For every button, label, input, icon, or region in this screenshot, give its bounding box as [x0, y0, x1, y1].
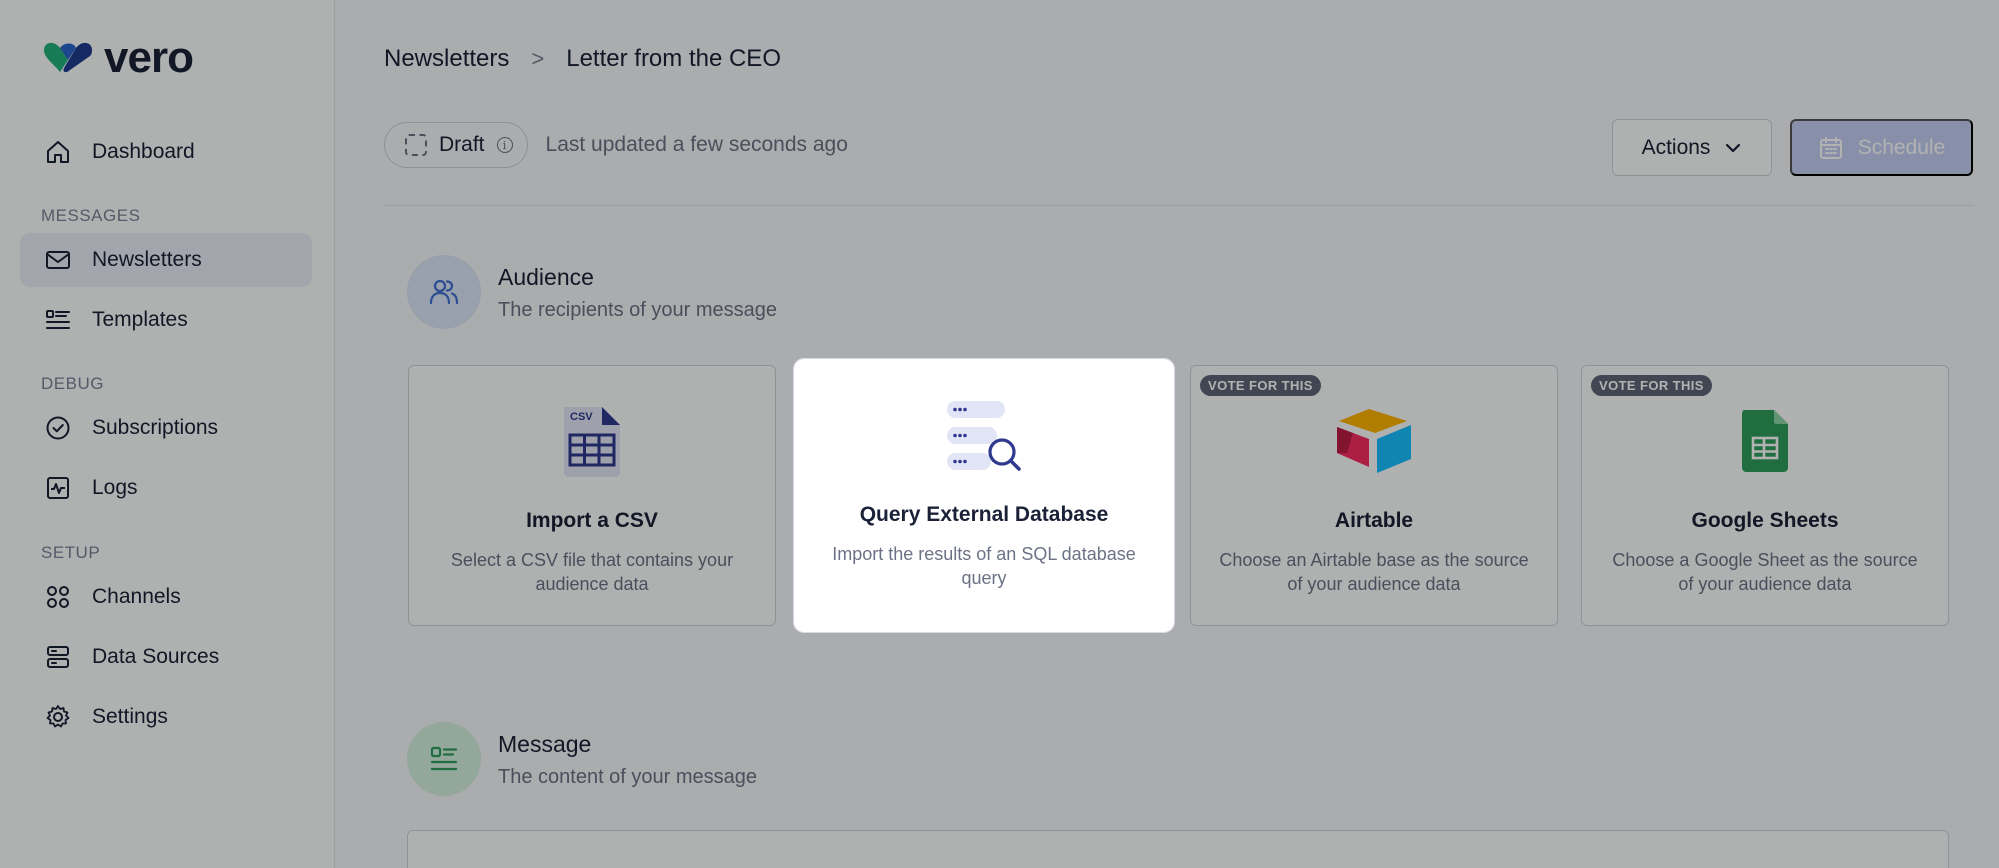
sidebar-item-label: Data Sources [92, 645, 220, 668]
airtable-card[interactable]: VOTE FOR THIS Airtable Choose an Airtabl… [1190, 365, 1558, 626]
audience-title: Audience [498, 264, 594, 290]
google-sheets-card[interactable]: VOTE FOR THIS Google Sheets Choose a Goo… [1581, 365, 1949, 626]
activity-icon [47, 477, 69, 499]
draft-dashed-box-icon [405, 134, 427, 156]
home-icon [47, 141, 69, 163]
sidebar-item-label: Subscriptions [92, 416, 219, 439]
sidebar-item-label: Templates [92, 308, 188, 331]
gear-icon [46, 705, 70, 728]
audience-subtitle: The recipients of your message [498, 299, 778, 321]
nav-section-debug: DEBUG [41, 374, 104, 393]
sidebar-item-subscriptions[interactable]: Subscriptions [20, 401, 312, 455]
grid-icon [47, 586, 69, 608]
card-title: Google Sheets [1691, 509, 1839, 532]
brand-name: vero [104, 33, 194, 82]
sidebar-item-logs[interactable]: Logs [20, 461, 312, 515]
message-section-icon [407, 722, 481, 796]
breadcrumb-newsletters-link[interactable]: Newsletters [384, 45, 509, 73]
card-description: Choose a Google Sheet as the source of y… [1612, 550, 1918, 594]
airtable-logo-icon [1191, 401, 1557, 481]
message-title: Message [498, 731, 592, 757]
vote-for-this-badge[interactable]: VOTE FOR THIS [1200, 375, 1321, 396]
audience-section-icon [407, 255, 481, 329]
card-description: Select a CSV file that contains your aud… [450, 550, 734, 594]
server-icon [47, 646, 69, 668]
users-icon [429, 279, 459, 305]
header-divider [384, 205, 1974, 206]
sidebar-item-label: Newsletters [92, 248, 202, 271]
status-row: Draft i Last updated a few seconds ago [384, 122, 848, 168]
schedule-button[interactable]: Schedule [1790, 119, 1973, 176]
google-sheets-icon [1582, 401, 1948, 481]
card-title: Import a CSV [526, 509, 658, 532]
breadcrumb-current: Letter from the CEO [566, 45, 781, 72]
mail-icon [46, 251, 70, 269]
sidebar-item-dashboard[interactable]: Dashboard [20, 125, 312, 179]
import-csv-card[interactable]: CSV Import a CSV Select a CSV file that … [408, 365, 776, 626]
nav-section-messages: MESSAGES [41, 206, 141, 225]
vero-heart-icon [44, 42, 92, 73]
card-title: Airtable [1334, 509, 1414, 532]
calendar-icon [1819, 136, 1842, 159]
actions-dropdown-button[interactable]: Actions [1612, 119, 1772, 176]
sidebar-item-settings[interactable]: Settings [20, 690, 312, 744]
vero-logo[interactable]: vero [40, 33, 194, 82]
schedule-label: Schedule [1857, 135, 1946, 159]
list-icon [46, 310, 70, 329]
draft-status-badge[interactable]: Draft i [384, 122, 528, 168]
last-updated-text: Last updated a few seconds ago [545, 133, 848, 156]
message-subtitle: The content of your message [498, 766, 758, 788]
sidebar: vero Dashboard MESSAGES Newsletters Temp… [0, 0, 335, 868]
sidebar-item-label: Logs [92, 476, 138, 499]
check-circle-icon [46, 416, 70, 440]
draft-label: Draft [439, 133, 485, 156]
message-content-panel[interactable] [407, 830, 1949, 868]
sidebar-item-label: Settings [92, 705, 168, 728]
sidebar-item-templates[interactable]: Templates [20, 293, 312, 347]
chevron-down-icon [1726, 143, 1741, 152]
sidebar-item-data-sources[interactable]: Data Sources [20, 630, 312, 684]
sidebar-item-label: Dashboard [92, 140, 195, 163]
actions-label: Actions [1641, 135, 1711, 159]
info-icon[interactable]: i [496, 137, 513, 153]
nav-section-setup: SETUP [41, 543, 101, 562]
database-search-icon [799, 395, 1169, 475]
vote-for-this-badge[interactable]: VOTE FOR THIS [1591, 375, 1712, 396]
sidebar-item-label: Channels [92, 585, 181, 608]
chevron-right-icon: > [531, 46, 545, 71]
message-list-icon [430, 746, 458, 771]
svg-text:CSV: CSV [570, 411, 593, 423]
csv-file-icon: CSV [409, 401, 775, 481]
card-description: Choose an Airtable base as the source of… [1219, 550, 1529, 594]
query-external-database-card[interactable]: Query External Database Import the resul… [793, 358, 1175, 633]
card-title: Query External Database [859, 503, 1109, 526]
sidebar-item-newsletters[interactable]: Newsletters [20, 233, 312, 287]
sidebar-item-channels[interactable]: Channels [20, 570, 312, 624]
card-description: Import the results of an SQL database qu… [832, 544, 1136, 588]
breadcrumb: Newsletters > Letter from the CEO [384, 45, 781, 73]
